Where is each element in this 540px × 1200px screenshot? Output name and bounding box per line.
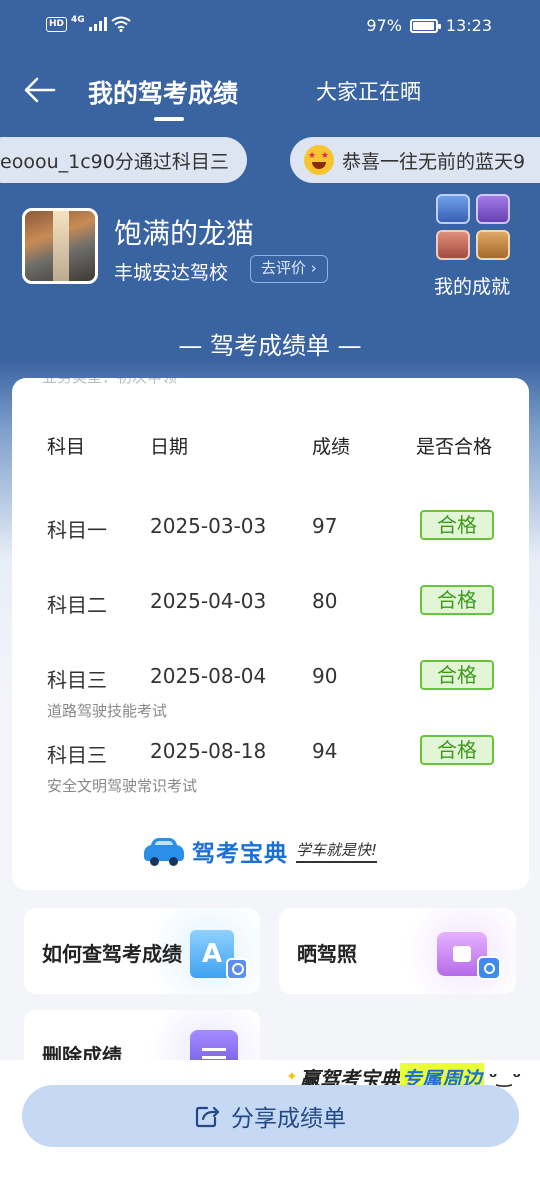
header-subject: 科目 <box>47 436 86 458</box>
announcement-pill[interactable]: eooou_1c90分通过科目三 <box>0 137 247 183</box>
business-type-text: 业务类型：初次申领 <box>42 378 177 387</box>
section-title: — 驾考成绩单 — <box>178 332 362 360</box>
how-to-check-scores-card[interactable]: 如何查驾考成绩 A <box>24 908 260 994</box>
avatar[interactable] <box>22 208 98 284</box>
pass-badge: 合格 <box>420 660 494 690</box>
chevron-right-icon: › <box>310 259 317 277</box>
signal-icon <box>88 17 107 31</box>
rate-school-button[interactable]: 去评价 › <box>250 255 328 283</box>
badge-icon <box>476 194 510 224</box>
brand-logo: 驾考宝典 学车就是快! <box>142 834 402 868</box>
status-right: 97% 13:23 <box>366 16 492 35</box>
announcement-pill[interactable]: 恭喜一往无前的蓝天9 <box>290 137 540 183</box>
row-note: 安全文明驾驶常识考试 <box>47 777 198 795</box>
table-row: 科目三 2025-08-18 94 合格 安全文明驾驶常识考试 <box>12 735 529 799</box>
achievement-badges[interactable] <box>432 194 516 266</box>
row-score: 90 <box>312 664 338 688</box>
row-score: 94 <box>312 739 338 763</box>
status-left: HD 4G <box>46 15 131 32</box>
header-date: 日期 <box>150 436 189 458</box>
table-row: 科目三 2025-08-04 90 合格 道路驾驶技能考试 <box>12 660 529 724</box>
tab-everyone-sharing[interactable]: 大家正在晒 <box>316 76 421 106</box>
row-score: 80 <box>312 589 338 613</box>
share-button-label: 分享成绩单 <box>231 1106 346 1132</box>
badge-icon <box>436 194 470 224</box>
row-date: 2025-08-18 <box>150 739 267 763</box>
driving-school: 丰城安达驾校 <box>114 262 229 284</box>
car-icon <box>142 837 186 866</box>
row-subject: 科目三 <box>47 743 107 767</box>
table-row: 科目一 2025-03-03 97 合格 <box>12 510 529 574</box>
network-type: 4G <box>71 15 85 25</box>
wifi-icon <box>111 16 131 32</box>
row-score: 97 <box>312 514 338 538</box>
active-tab-indicator <box>154 117 184 121</box>
row-date: 2025-04-03 <box>150 589 267 613</box>
row-note: 道路驾驶技能考试 <box>47 702 168 720</box>
table-row: 科目二 2025-04-03 80 合格 <box>12 585 529 649</box>
score-card: 业务类型：初次申领 科目 日期 成绩 是否合格 科目一 2025-03-03 9… <box>12 378 529 890</box>
brand-slogan: 学车就是快! <box>296 839 378 863</box>
header-score: 成绩 <box>312 436 351 458</box>
camera-icon <box>477 956 501 980</box>
brand-name: 驾考宝典 <box>192 841 288 867</box>
announcement-marquee: eooou_1c90分通过科目三 恭喜一往无前的蓝天9 <box>0 137 540 183</box>
feature-label: 晒驾照 <box>297 942 357 966</box>
share-scorecard-button[interactable]: 分享成绩单 <box>22 1085 519 1147</box>
row-subject: 科目三 <box>47 668 107 692</box>
share-icon <box>195 1106 220 1128</box>
share-license-card[interactable]: 晒驾照 <box>279 908 516 994</box>
back-arrow-icon <box>24 77 56 103</box>
row-subject: 科目二 <box>47 593 107 617</box>
star-eyes-emoji-icon <box>304 145 334 175</box>
rate-button-label: 去评价 <box>261 259 307 277</box>
tab-my-scores[interactable]: 我的驾考成绩 <box>88 74 238 110</box>
battery-icon <box>409 18 441 33</box>
badge-icon <box>436 230 470 260</box>
header-pass: 是否合格 <box>416 436 493 458</box>
battery-percent: 97% <box>366 16 402 35</box>
top-nav: 我的驾考成绩 大家正在晒 <box>0 60 540 124</box>
pass-badge: 合格 <box>420 510 494 540</box>
profile-section: 饱满的龙猫 丰城安达驾校 去评价 › 我的成就 <box>22 194 522 299</box>
row-date: 2025-03-03 <box>150 514 267 538</box>
row-subject: 科目一 <box>47 518 107 542</box>
search-icon <box>226 958 248 980</box>
back-button[interactable] <box>22 72 58 108</box>
announcement-text: eooou_1c90分通过科目三 <box>0 150 229 173</box>
announcement-text: 恭喜一往无前的蓝天9 <box>342 150 526 173</box>
hd-icon: HD <box>46 16 68 32</box>
feature-label: 如何查驾考成绩 <box>42 942 182 966</box>
pass-badge: 合格 <box>420 735 494 765</box>
achievements-label[interactable]: 我的成就 <box>434 272 510 299</box>
user-name: 饱满的龙猫 <box>114 217 255 250</box>
row-date: 2025-08-04 <box>150 664 267 688</box>
pass-badge: 合格 <box>420 585 494 615</box>
sparkle-icon: ✦ <box>286 1069 298 1085</box>
badge-icon <box>476 230 510 260</box>
status-bar: HD 4G 97% 13:23 <box>0 0 540 54</box>
clock: 13:23 <box>445 16 492 35</box>
